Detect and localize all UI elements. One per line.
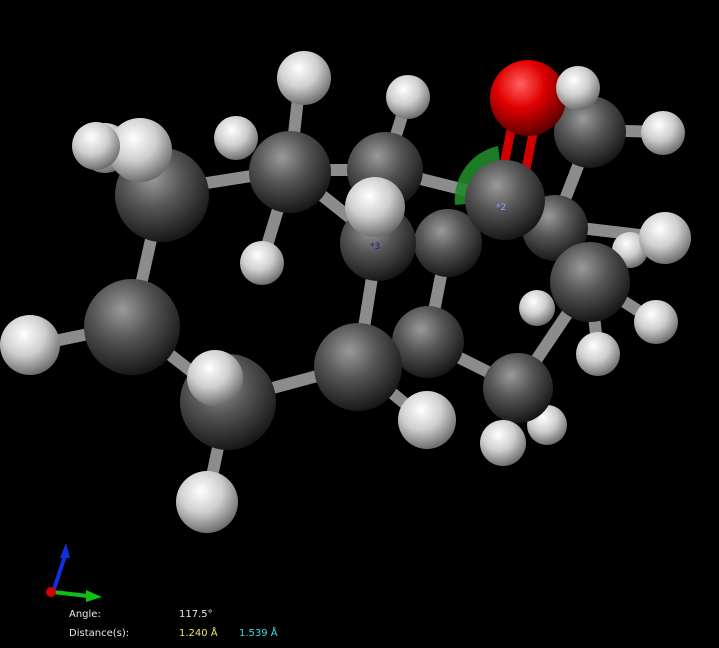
hydrogen-atom[interactable]: [176, 471, 238, 533]
hydrogen-atom[interactable]: [72, 122, 120, 170]
hydrogen-atom[interactable]: [398, 391, 456, 449]
carbon-atom[interactable]: [483, 353, 553, 423]
molecule-viewport[interactable]: *2 *3: [0, 0, 719, 648]
atom-label: *3: [370, 242, 380, 252]
carbon-atom[interactable]: [392, 306, 464, 378]
hydrogen-atom[interactable]: [519, 290, 555, 326]
carbon-atom[interactable]: [84, 279, 180, 375]
y-axis-arrow: [86, 590, 102, 602]
angle-value: 117.5°: [179, 609, 213, 620]
carbon-atom[interactable]: [314, 323, 402, 411]
z-axis-arrow: [60, 543, 70, 558]
hydrogen-atom[interactable]: [386, 75, 430, 119]
hydrogen-atom[interactable]: [345, 177, 405, 237]
oxygen-atom[interactable]: [490, 60, 566, 136]
carbon-atom[interactable]: [465, 160, 545, 240]
carbon-atom[interactable]: [249, 131, 331, 213]
hydrogen-atom[interactable]: [0, 315, 60, 375]
hydrogen-atom[interactable]: [639, 212, 691, 264]
hydrogen-atom[interactable]: [214, 116, 258, 160]
atom-label: *2: [496, 203, 506, 213]
axis-triad: [46, 543, 102, 602]
hydrogen-atom[interactable]: [634, 300, 678, 344]
hydrogen-atom[interactable]: [576, 332, 620, 376]
hydrogen-atom[interactable]: [277, 51, 331, 105]
x-axis-origin: [46, 587, 56, 597]
hydrogen-atom[interactable]: [556, 66, 600, 110]
hydrogen-atom[interactable]: [240, 241, 284, 285]
hydrogen-atom[interactable]: [480, 420, 526, 466]
angle-label: Angle:: [69, 609, 101, 620]
carbon-atom[interactable]: [550, 242, 630, 322]
distance-label: Distance(s):: [69, 628, 130, 639]
distance-value-1: 1.240 Å: [179, 628, 218, 639]
hydrogen-atom[interactable]: [187, 350, 243, 406]
hydrogen-atom[interactable]: [641, 111, 685, 155]
distance-value-2: 1.539 Å: [239, 628, 278, 639]
